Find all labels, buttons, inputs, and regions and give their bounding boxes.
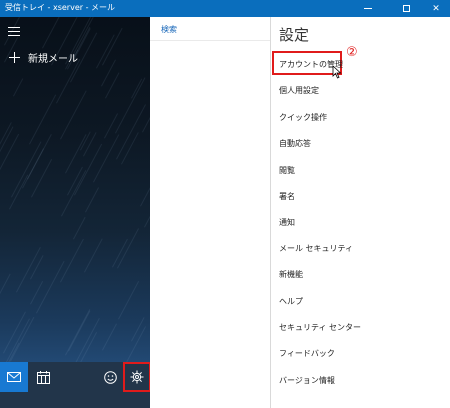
close-icon: ✕ [432, 3, 440, 14]
maximize-button[interactable] [392, 0, 420, 17]
message-list-pane: 検索 [150, 17, 271, 408]
rain-streak [29, 94, 57, 145]
rain-streak [59, 90, 87, 140]
rain-streak [73, 216, 87, 240]
rain-streak [35, 261, 65, 314]
rain-streak [85, 187, 100, 213]
settings-nav-button[interactable] [123, 362, 151, 392]
hamburger-line [8, 35, 20, 36]
settings-item-reading[interactable]: 閲覧 [279, 165, 295, 176]
gear-icon [130, 370, 144, 384]
rain-streak [131, 78, 143, 99]
rain-streak [121, 132, 140, 165]
rain-streak [92, 133, 119, 183]
settings-item-notifications[interactable]: 通知 [279, 217, 295, 228]
settings-item-personalization[interactable]: 個人用設定 [279, 85, 319, 96]
step-2-marker: ② [346, 45, 358, 60]
rain-streak [104, 113, 119, 139]
rain-streak [0, 273, 12, 310]
smiley-icon [103, 370, 117, 384]
settings-item-whats-new[interactable]: 新機能 [279, 269, 303, 280]
settings-item-trust-center[interactable]: セキュリティ センター [279, 322, 361, 333]
settings-pane: 設定 アカウントの管理 個人用設定 クイック操作 自動応答 閲覧 署名 通知 メ… [271, 17, 450, 408]
settings-item-feedback[interactable]: フィードバック [279, 348, 335, 359]
minimize-icon [364, 8, 372, 9]
new-mail-label: 新規メール [28, 54, 78, 65]
rain-streak [29, 254, 44, 280]
rain-streak [101, 27, 123, 66]
close-button[interactable]: ✕ [422, 0, 450, 17]
navigation-pane: 新規メール [0, 17, 150, 408]
feedback-nav-button[interactable] [96, 362, 124, 392]
plus-icon [9, 52, 20, 63]
search-link[interactable]: 検索 [161, 24, 177, 35]
settings-item-about[interactable]: バージョン情報 [279, 375, 335, 386]
new-mail-button[interactable]: 新規メール [9, 50, 78, 65]
settings-item-quick-actions[interactable]: クイック操作 [279, 112, 327, 123]
rain-streak [84, 238, 103, 273]
settings-title: 設定 [279, 26, 310, 44]
rain-streak [102, 323, 118, 351]
divider [150, 40, 270, 41]
calendar-nav-button[interactable] [29, 362, 57, 392]
hamburger-menu-button[interactable] [8, 27, 20, 37]
rain-streak [60, 170, 86, 217]
rain-streak [16, 246, 42, 293]
rain-streak [115, 77, 146, 134]
calendar-icon [36, 370, 50, 384]
mouse-pointer-icon [332, 65, 342, 79]
settings-item-help[interactable]: ヘルプ [279, 296, 303, 307]
rain-streak [13, 78, 24, 97]
settings-item-signature[interactable]: 署名 [279, 191, 295, 202]
minimize-button[interactable] [354, 0, 382, 17]
rain-streak [140, 179, 150, 207]
settings-item-auto-reply[interactable]: 自動応答 [279, 138, 311, 149]
window-title: 受信トレイ - xserver - メール [5, 3, 116, 12]
rain-streak [8, 174, 28, 210]
mail-nav-button[interactable] [0, 362, 28, 392]
bottom-nav-bar [0, 362, 151, 408]
hamburger-line [8, 27, 20, 28]
rain-streak [74, 318, 100, 364]
mail-icon [7, 372, 21, 382]
rain-streak [117, 227, 140, 268]
rain-streak [117, 281, 139, 320]
settings-item-email-security[interactable]: メール セキュリティ [279, 243, 353, 254]
rain-streak [142, 113, 150, 133]
hamburger-line [8, 31, 20, 32]
rain-streak [10, 316, 35, 362]
title-bar: 受信トレイ - xserver - メール ✕ [0, 0, 450, 17]
maximize-icon [402, 5, 410, 12]
